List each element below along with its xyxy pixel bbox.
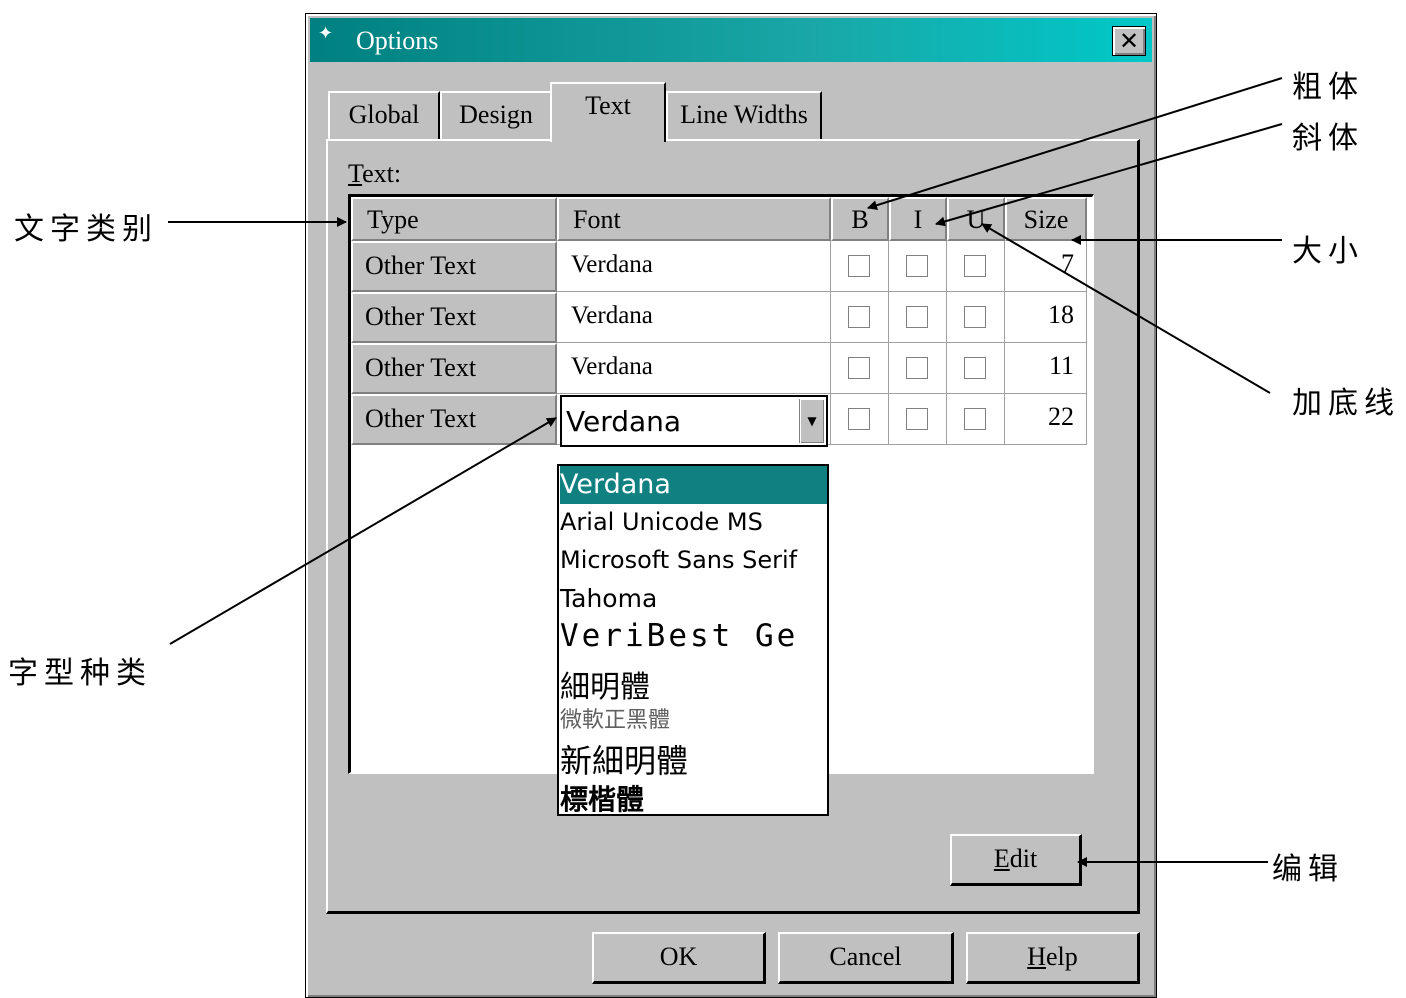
arrow-bold: [867, 77, 1283, 211]
annotation-arrows: [168, 77, 1283, 867]
arrow-italic: [935, 123, 1283, 227]
arrow-font-type: [169, 417, 557, 645]
arrow-underline: [981, 223, 1271, 394]
